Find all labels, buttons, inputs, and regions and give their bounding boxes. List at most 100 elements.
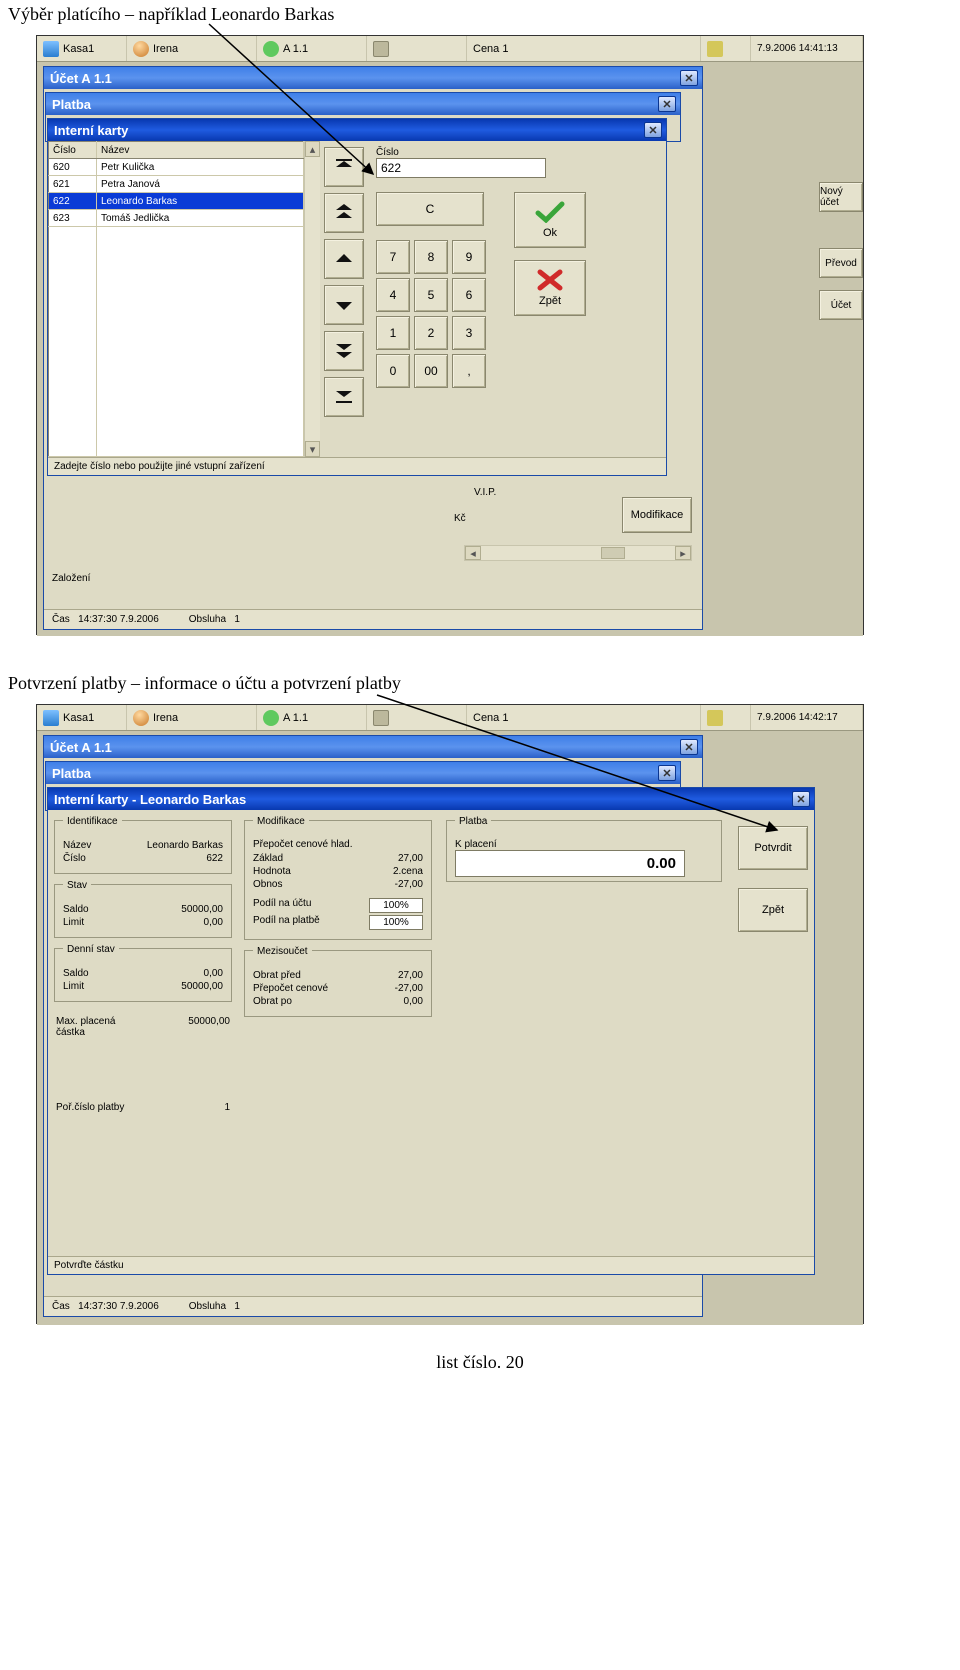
- row-max-placena: Max. placená částka50000,00: [54, 1012, 232, 1042]
- key-c[interactable]: C: [376, 192, 484, 226]
- group-stav: Stav Saldo50000,00 Limit0,00: [54, 884, 232, 938]
- title-platba-text: Platba: [52, 766, 91, 781]
- input-cislo[interactable]: [376, 158, 546, 178]
- close-ucet[interactable]: ✕: [680, 739, 698, 755]
- status-timestamp: 7.9.2006 14:41:13: [751, 36, 863, 61]
- table-row[interactable]: 620Petr Kulička: [49, 159, 304, 176]
- titlebar-karty: Interní karty ✕: [48, 119, 666, 141]
- input-podil-uctu[interactable]: [369, 898, 423, 913]
- key-5[interactable]: 5: [414, 278, 448, 312]
- kasa-icon: [43, 710, 59, 726]
- nav-up[interactable]: [324, 239, 364, 279]
- status-printer: [367, 705, 467, 730]
- lamp-icon: [263, 41, 279, 57]
- hscroll-right-icon[interactable]: ▸: [675, 546, 691, 560]
- label-vip: V.I.P.: [474, 487, 496, 498]
- kasa-icon: [43, 41, 59, 57]
- status-cena: Cena 1: [467, 705, 701, 730]
- table-row[interactable]: 623Tomáš Jedlička: [49, 210, 304, 227]
- user-icon: [133, 41, 149, 57]
- key-3[interactable]: 3: [452, 316, 486, 350]
- card-list: Číslo Název 620Petr Kulička 621Petra Jan…: [48, 141, 320, 457]
- side-btn-newaccount[interactable]: Nový účet: [819, 182, 863, 212]
- key-8[interactable]: 8: [414, 240, 448, 274]
- scroll-down-icon[interactable]: ▾: [305, 441, 320, 457]
- key-icon: [707, 710, 723, 726]
- window-interni-karty: Interní karty ✕ Číslo Název 620Petr Kuli…: [47, 118, 667, 476]
- input-podil-platbe[interactable]: [369, 915, 423, 930]
- titlebar-karty-detail: Interní karty - Leonardo Barkas ✕: [48, 788, 814, 810]
- nav-first[interactable]: [324, 147, 364, 187]
- status-kasa: Kasa1: [37, 705, 127, 730]
- close-ucet[interactable]: ✕: [680, 70, 698, 86]
- input-amount[interactable]: [455, 850, 685, 877]
- screenshot-2: Kasa1 Irena A 1.1 Cena 1 7.9.2006 14:42:…: [36, 704, 864, 1324]
- card-table[interactable]: Číslo Název 620Petr Kulička 621Petra Jan…: [48, 141, 304, 457]
- col-nazev[interactable]: Název: [97, 142, 304, 159]
- hscroll-left-icon[interactable]: ◂: [465, 546, 481, 560]
- row-por-cislo: Poř.číslo platby1: [54, 1098, 232, 1117]
- btn-ok[interactable]: Ok: [514, 192, 586, 248]
- btn-modifikace[interactable]: Modifikace: [622, 497, 692, 533]
- title-platba-text: Platba: [52, 97, 91, 112]
- info-obsluha: Obsluha 1: [189, 1301, 240, 1312]
- list-scrollbar[interactable]: ▴ ▾: [304, 141, 320, 457]
- check-icon: [535, 201, 565, 223]
- nav-page-down[interactable]: [324, 331, 364, 371]
- close-karty[interactable]: ✕: [644, 122, 662, 138]
- nav-page-up[interactable]: [324, 193, 364, 233]
- status-key: [701, 705, 751, 730]
- group-platba: Platba K placení: [446, 820, 722, 882]
- status-room: A 1.1: [257, 36, 367, 61]
- nav-down[interactable]: [324, 285, 364, 325]
- table-row[interactable]: 621Petra Janová: [49, 176, 304, 193]
- lamp-icon: [263, 710, 279, 726]
- btn-zpet[interactable]: Zpět: [738, 888, 808, 932]
- info-obsluha: Obsluha 1: [189, 614, 240, 625]
- scroll-up-icon[interactable]: ▴: [305, 141, 320, 157]
- key-1[interactable]: 1: [376, 316, 410, 350]
- group-modifikace: Modifikace Přepočet cenové hlad. Základ2…: [244, 820, 432, 940]
- key-7[interactable]: 7: [376, 240, 410, 274]
- title-ucet-text: Účet A 1.1: [50, 740, 112, 755]
- statusbar-2: Kasa1 Irena A 1.1 Cena 1 7.9.2006 14:42:…: [37, 705, 863, 731]
- group-identifikace: Identifikace NázevLeonardo Barkas Číslo6…: [54, 820, 232, 874]
- status-printer: [367, 36, 467, 61]
- nav-last[interactable]: [324, 377, 364, 417]
- key-0[interactable]: 0: [376, 354, 410, 388]
- side-btn-transfer[interactable]: Převod: [819, 248, 863, 278]
- page-footer: list číslo. 20: [0, 1324, 960, 1383]
- user-icon: [133, 710, 149, 726]
- cross-icon: [537, 269, 563, 291]
- key-6[interactable]: 6: [452, 278, 486, 312]
- table-row-selected[interactable]: 622Leonardo Barkas: [49, 193, 304, 210]
- titlebar-ucet: Účet A 1.1 ✕: [44, 67, 702, 89]
- close-karty-detail[interactable]: ✕: [792, 791, 810, 807]
- close-platba[interactable]: ✕: [658, 96, 676, 112]
- key-dot[interactable]: ,: [452, 354, 486, 388]
- key-00[interactable]: 00: [414, 354, 448, 388]
- close-platba[interactable]: ✕: [658, 765, 676, 781]
- side-btn-account[interactable]: Účet: [819, 290, 863, 320]
- hint-bar-2: Potvrďte částku: [48, 1256, 814, 1274]
- label-cislo: Číslo: [376, 147, 660, 158]
- key-icon: [707, 41, 723, 57]
- btn-zpet[interactable]: Zpět: [514, 260, 586, 316]
- title-karty-text: Interní karty: [54, 123, 128, 138]
- titlebar-ucet: Účet A 1.1 ✕: [44, 736, 702, 758]
- key-9[interactable]: 9: [452, 240, 486, 274]
- printer-icon: [373, 710, 389, 726]
- caption-confirm-payment: Potvrzení platby – informace o účtu a po…: [0, 669, 960, 698]
- caption-select-payer: Výběr platícího – například Leonardo Bar…: [0, 0, 960, 29]
- key-2[interactable]: 2: [414, 316, 448, 350]
- status-user: Irena: [127, 36, 257, 61]
- key-4[interactable]: 4: [376, 278, 410, 312]
- hscrollbar[interactable]: ◂ ▸: [464, 545, 692, 561]
- screenshot-1: Kasa1 Irena A 1.1 Cena 1 7.9.2006 14:41:…: [36, 35, 864, 635]
- hscroll-thumb[interactable]: [601, 547, 625, 559]
- info-cas: Čas 14:37:30 7.9.2006: [52, 614, 159, 625]
- btn-potvrdit[interactable]: Potvrdit: [738, 826, 808, 870]
- col-cislo[interactable]: Číslo: [49, 142, 97, 159]
- status-user: Irena: [127, 705, 257, 730]
- hint-bar: Zadejte číslo nebo použijte jiné vstupní…: [48, 457, 666, 475]
